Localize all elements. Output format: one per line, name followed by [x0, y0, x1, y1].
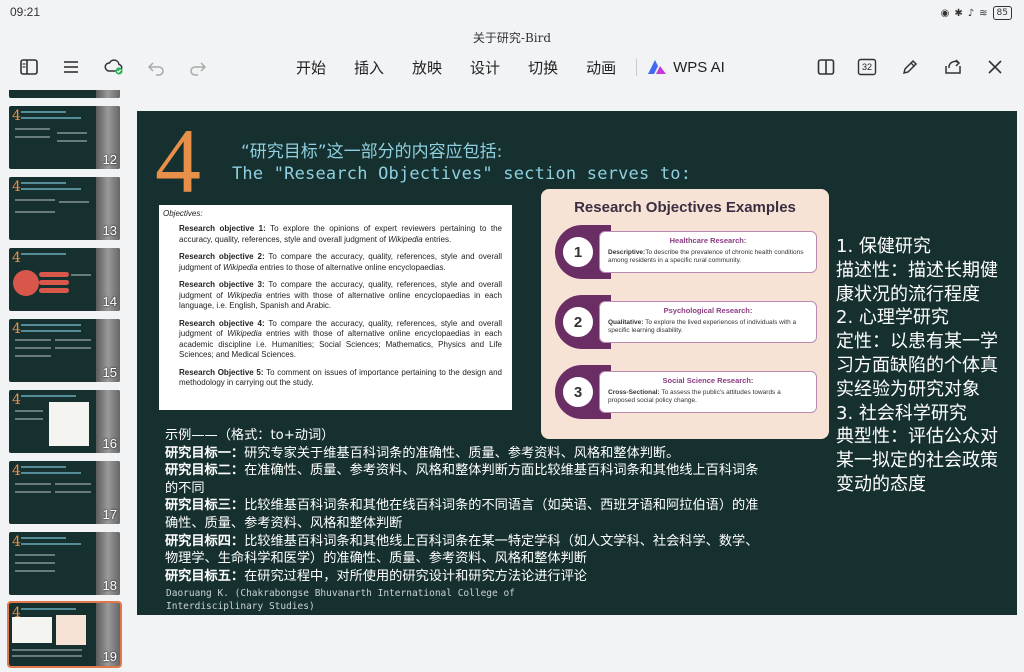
battery-level: 85 [992, 6, 1012, 20]
tab-animation[interactable]: 动画 [576, 57, 626, 78]
section-number: 4 [155, 110, 201, 212]
slide-thumbnail[interactable]: 4 18 [9, 532, 120, 595]
slide-thumbnail-panel[interactable]: 4 12 4 13 4 14 4 15 4 16 4 17 4 18 4 19 [0, 90, 128, 672]
example-number: 2 [561, 305, 595, 339]
status-bar: 09:21 ◉ ✱ ♪ ≋ 85 [0, 0, 1024, 26]
wifi-icon: ≋ [979, 7, 988, 19]
slide-thumbnail[interactable]: 4 13 [9, 177, 120, 240]
slide-thumbnail[interactable]: 4 12 [9, 106, 120, 169]
research-types-text: 1. 保健研究 描述性：描述长期健 康状况的流行程度 2. 心理学研究 定性：以… [836, 236, 998, 495]
slide-thumbnail-current[interactable]: 4 19 [7, 601, 122, 668]
translation-line: 研究目标四：比较维基百科词条和其他线上百科词条在某一特定学科（如人文学科、社会科… [165, 533, 759, 567]
example-label: 示例——（格式：to+动词） [165, 428, 335, 443]
slide-number: 13 [102, 223, 117, 238]
heading-english: The "Research Objectives" section serves… [232, 164, 692, 184]
cloud-saved-icon[interactable] [102, 55, 126, 79]
slide-number-glyph: 4 [12, 250, 21, 266]
example-title: Healthcare Research: [669, 236, 747, 245]
slide-thumbnail[interactable] [9, 90, 120, 98]
eye-icon: ◉ [940, 7, 950, 19]
page-count: 32 [861, 62, 872, 72]
slide-number: 14 [102, 294, 117, 309]
example-item: 2 Psychological Research: Qualitative: T… [555, 295, 817, 349]
robot-image [96, 90, 120, 98]
slide-number: 15 [102, 365, 117, 380]
slide-number-glyph: 4 [12, 108, 21, 124]
author-credit: Daoruang K. (Chakrabongse Bhuvanarth Int… [166, 588, 515, 612]
tab-insert[interactable]: 插入 [344, 57, 394, 78]
objectives-header: Objectives: [163, 209, 203, 218]
toolbar: 开始 插入 放映 设计 切换 动画 WPS AI 32 [0, 50, 1024, 84]
slide-thumbnail[interactable]: 4 16 [9, 390, 120, 453]
sidebar-toggle-icon[interactable] [17, 55, 41, 79]
objective-item: Research Objective 5: To comment on issu… [179, 367, 502, 388]
menu-icon[interactable] [59, 55, 83, 79]
slide-thumbnail[interactable]: 4 15 [9, 319, 120, 382]
wps-ai-icon [648, 60, 667, 74]
slide-thumbnail[interactable]: 4 14 [9, 248, 120, 311]
split-view-icon[interactable] [814, 55, 838, 79]
example-desc: Cross-Sectional: To assess the public's … [608, 389, 781, 404]
slide-number: 18 [102, 578, 117, 593]
translation-line: 研究目标一：研究专家关于维基百科词条的准确性、质量、参考资料、风格和整体判断。 [165, 445, 680, 461]
objective-item: Research objective 3: To compare the acc… [179, 280, 503, 310]
slide-number: 12 [102, 152, 117, 167]
objective-item: Research objective 1: To explore the opi… [179, 224, 502, 244]
example-number: 3 [561, 375, 595, 409]
slide-number: 17 [102, 507, 117, 522]
share-icon[interactable] [941, 55, 965, 79]
objective-item: Research objective 4: To compare the acc… [179, 318, 503, 360]
status-icons: ◉ ✱ ♪ ≋ 85 [941, 6, 1012, 20]
menu-divider [636, 58, 638, 76]
tab-slideshow[interactable]: 放映 [402, 57, 452, 78]
pen-icon[interactable] [898, 55, 922, 79]
slide-number-glyph: 4 [12, 392, 21, 408]
example-number: 1 [561, 235, 595, 269]
slide-number-glyph: 4 [12, 321, 21, 337]
mute-icon: ♪ [967, 7, 975, 19]
example-item: 1 Healthcare Research: Descriptive:To de… [555, 225, 817, 279]
page-count-button[interactable]: 32 [856, 55, 878, 79]
undo-icon[interactable] [144, 55, 168, 79]
close-icon[interactable] [983, 55, 1007, 79]
wps-ai-button[interactable]: WPS AI [647, 59, 725, 76]
wps-ai-label: WPS AI [673, 58, 725, 76]
example-translation-text: 示例——（格式：to+动词） 研究目标一：研究专家关于维基百科词条的准确性、质量… [165, 427, 765, 585]
example-desc: Descriptive:To describe the prevalence o… [608, 249, 804, 264]
bluetooth-icon: ✱ [954, 7, 963, 19]
slide-number-glyph: 4 [12, 463, 21, 479]
tab-design[interactable]: 设计 [460, 57, 510, 78]
example-desc: Qualitative: To explore the lived experi… [608, 319, 797, 334]
infographic-title: Research Objectives Examples [574, 199, 796, 216]
slide-thumbnail[interactable]: 4 17 [9, 461, 120, 524]
slide-number-glyph: 4 [12, 534, 21, 550]
slide-number: 16 [102, 436, 117, 451]
document-title: 关于研究-Bird [472, 31, 552, 45]
example-item: 3 Social Science Research: Cross-Section… [555, 365, 817, 419]
slide-number: 19 [102, 649, 117, 664]
example-title: Psychological Research: [663, 306, 753, 315]
translation-line: 研究目标五：在研究过程中，对所使用的研究设计和研究方法论进行评论 [165, 568, 587, 584]
tab-start[interactable]: 开始 [286, 57, 336, 78]
heading-chinese: “研究目标”这一部分的内容应包括: [241, 142, 503, 162]
slide-number-glyph: 4 [12, 179, 21, 195]
objective-item: Research objective 2: To compare the acc… [179, 252, 502, 272]
example-title: Social Science Research: [662, 376, 754, 385]
translation-line: 研究目标二：在准确性、质量、参考资料、风格和整体判断方面比较维基百科词条和其他线… [165, 463, 759, 496]
slide-canvas[interactable]: 4 “研究目标”这一部分的内容应包括: The "Research Object… [137, 111, 1017, 615]
objectives-image: Objectives: Research objective 1: To exp… [159, 205, 512, 410]
tab-transition[interactable]: 切换 [518, 57, 568, 78]
translation-line: 研究目标三：比较维基百科词条和其他在线百科词条的不同语言（如英语、西班牙语和阿拉… [165, 498, 759, 531]
redo-icon[interactable] [186, 55, 210, 79]
objectives-examples-infographic: Research Objectives Examples 1 Healthcar… [541, 189, 829, 439]
clock: 09:21 [10, 5, 41, 19]
main-menu: 开始 插入 放映 设计 切换 动画 WPS AI [286, 50, 725, 84]
